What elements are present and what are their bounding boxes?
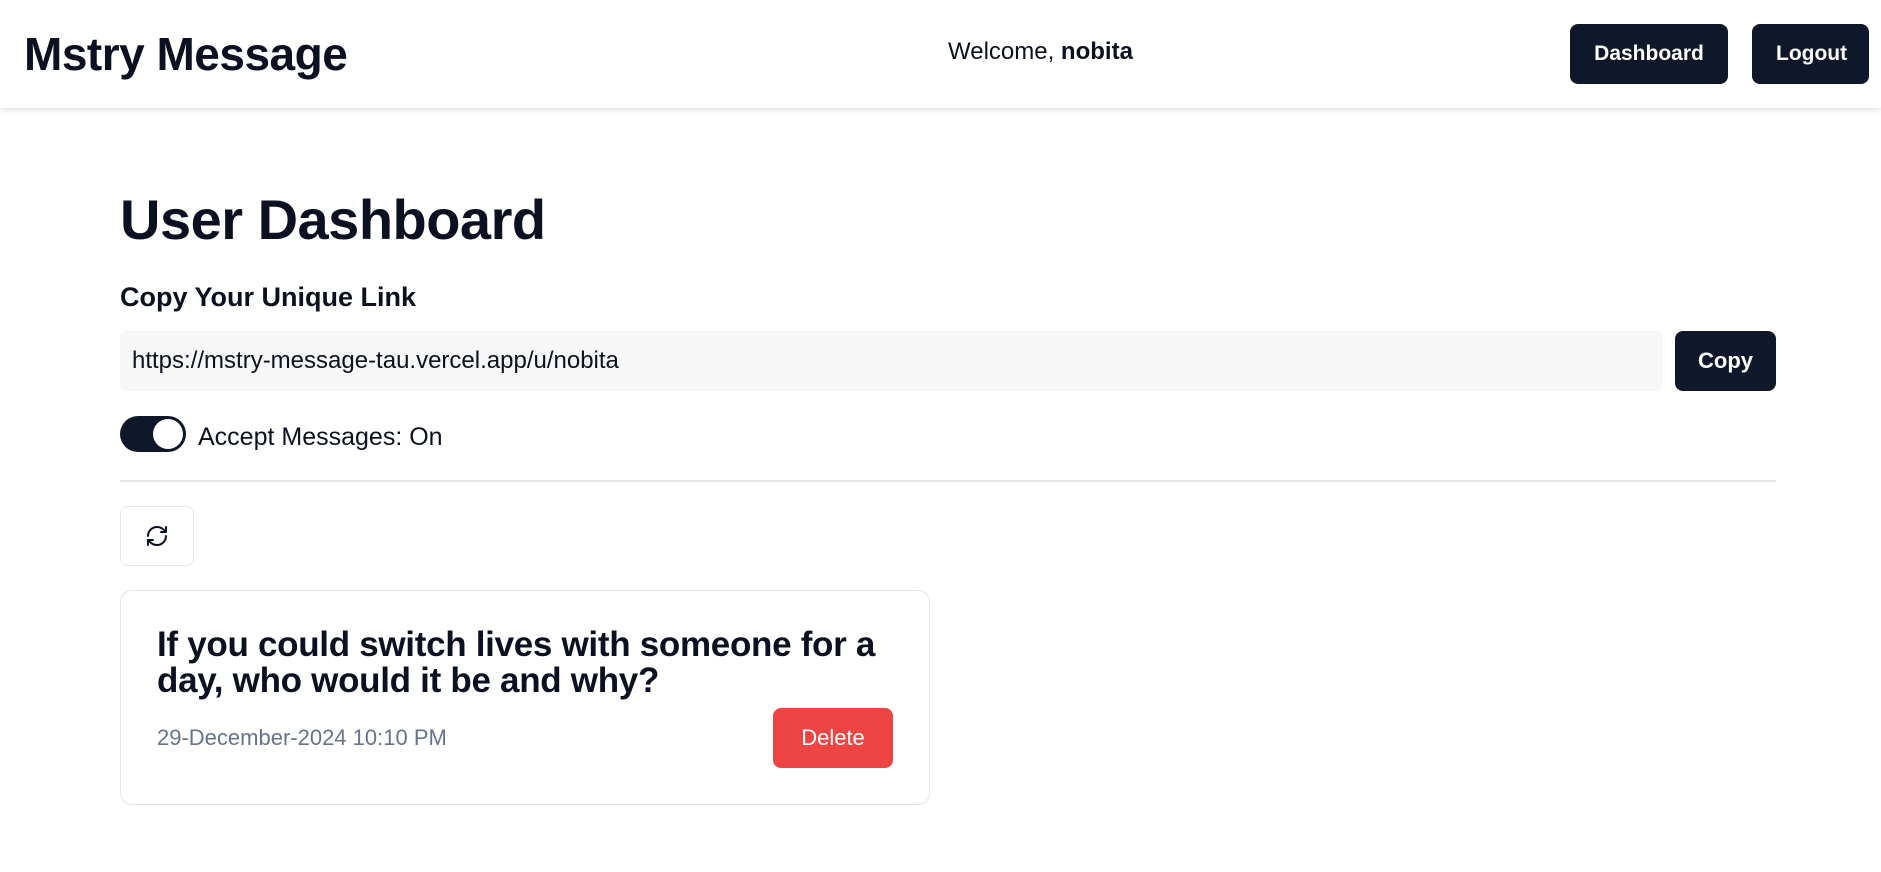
main-content: User Dashboard Copy Your Unique Link Cop… xyxy=(120,108,1776,805)
navbar: Mstry Message Welcome, nobita Dashboard … xyxy=(0,0,1881,108)
page-title: User Dashboard xyxy=(120,188,546,251)
accept-messages-switch[interactable] xyxy=(120,415,186,452)
refresh-icon xyxy=(147,526,167,546)
switch-knob xyxy=(153,418,183,449)
message-content: If you could switch lives with someone f… xyxy=(157,625,876,700)
unique-link-label: Copy Your Unique Link xyxy=(120,282,417,312)
logout-button[interactable]: Logout xyxy=(1752,24,1869,84)
nav-buttons: Dashboard Logout xyxy=(1570,24,1869,84)
delete-message-button[interactable]: Delete xyxy=(773,708,893,768)
message-date: 29-December-2024 10:10 PM xyxy=(157,725,447,750)
message-card: If you could switch lives with someone f… xyxy=(120,590,930,805)
welcome-text: Welcome, nobita xyxy=(948,38,1133,66)
username: nobita xyxy=(1060,38,1133,65)
divider xyxy=(120,480,1776,482)
unique-link-input[interactable] xyxy=(120,331,1663,391)
accept-messages-label: Accept Messages: On xyxy=(198,423,443,451)
accept-messages-row: Accept Messages: On xyxy=(120,415,1776,452)
dashboard-button[interactable]: Dashboard xyxy=(1570,24,1728,84)
welcome-prefix: Welcome, xyxy=(948,38,1061,65)
copy-button[interactable]: Copy xyxy=(1675,331,1776,391)
refresh-button[interactable] xyxy=(120,506,194,566)
unique-link-row: Copy xyxy=(120,331,1776,391)
brand-logo[interactable]: Mstry Message xyxy=(24,27,348,81)
